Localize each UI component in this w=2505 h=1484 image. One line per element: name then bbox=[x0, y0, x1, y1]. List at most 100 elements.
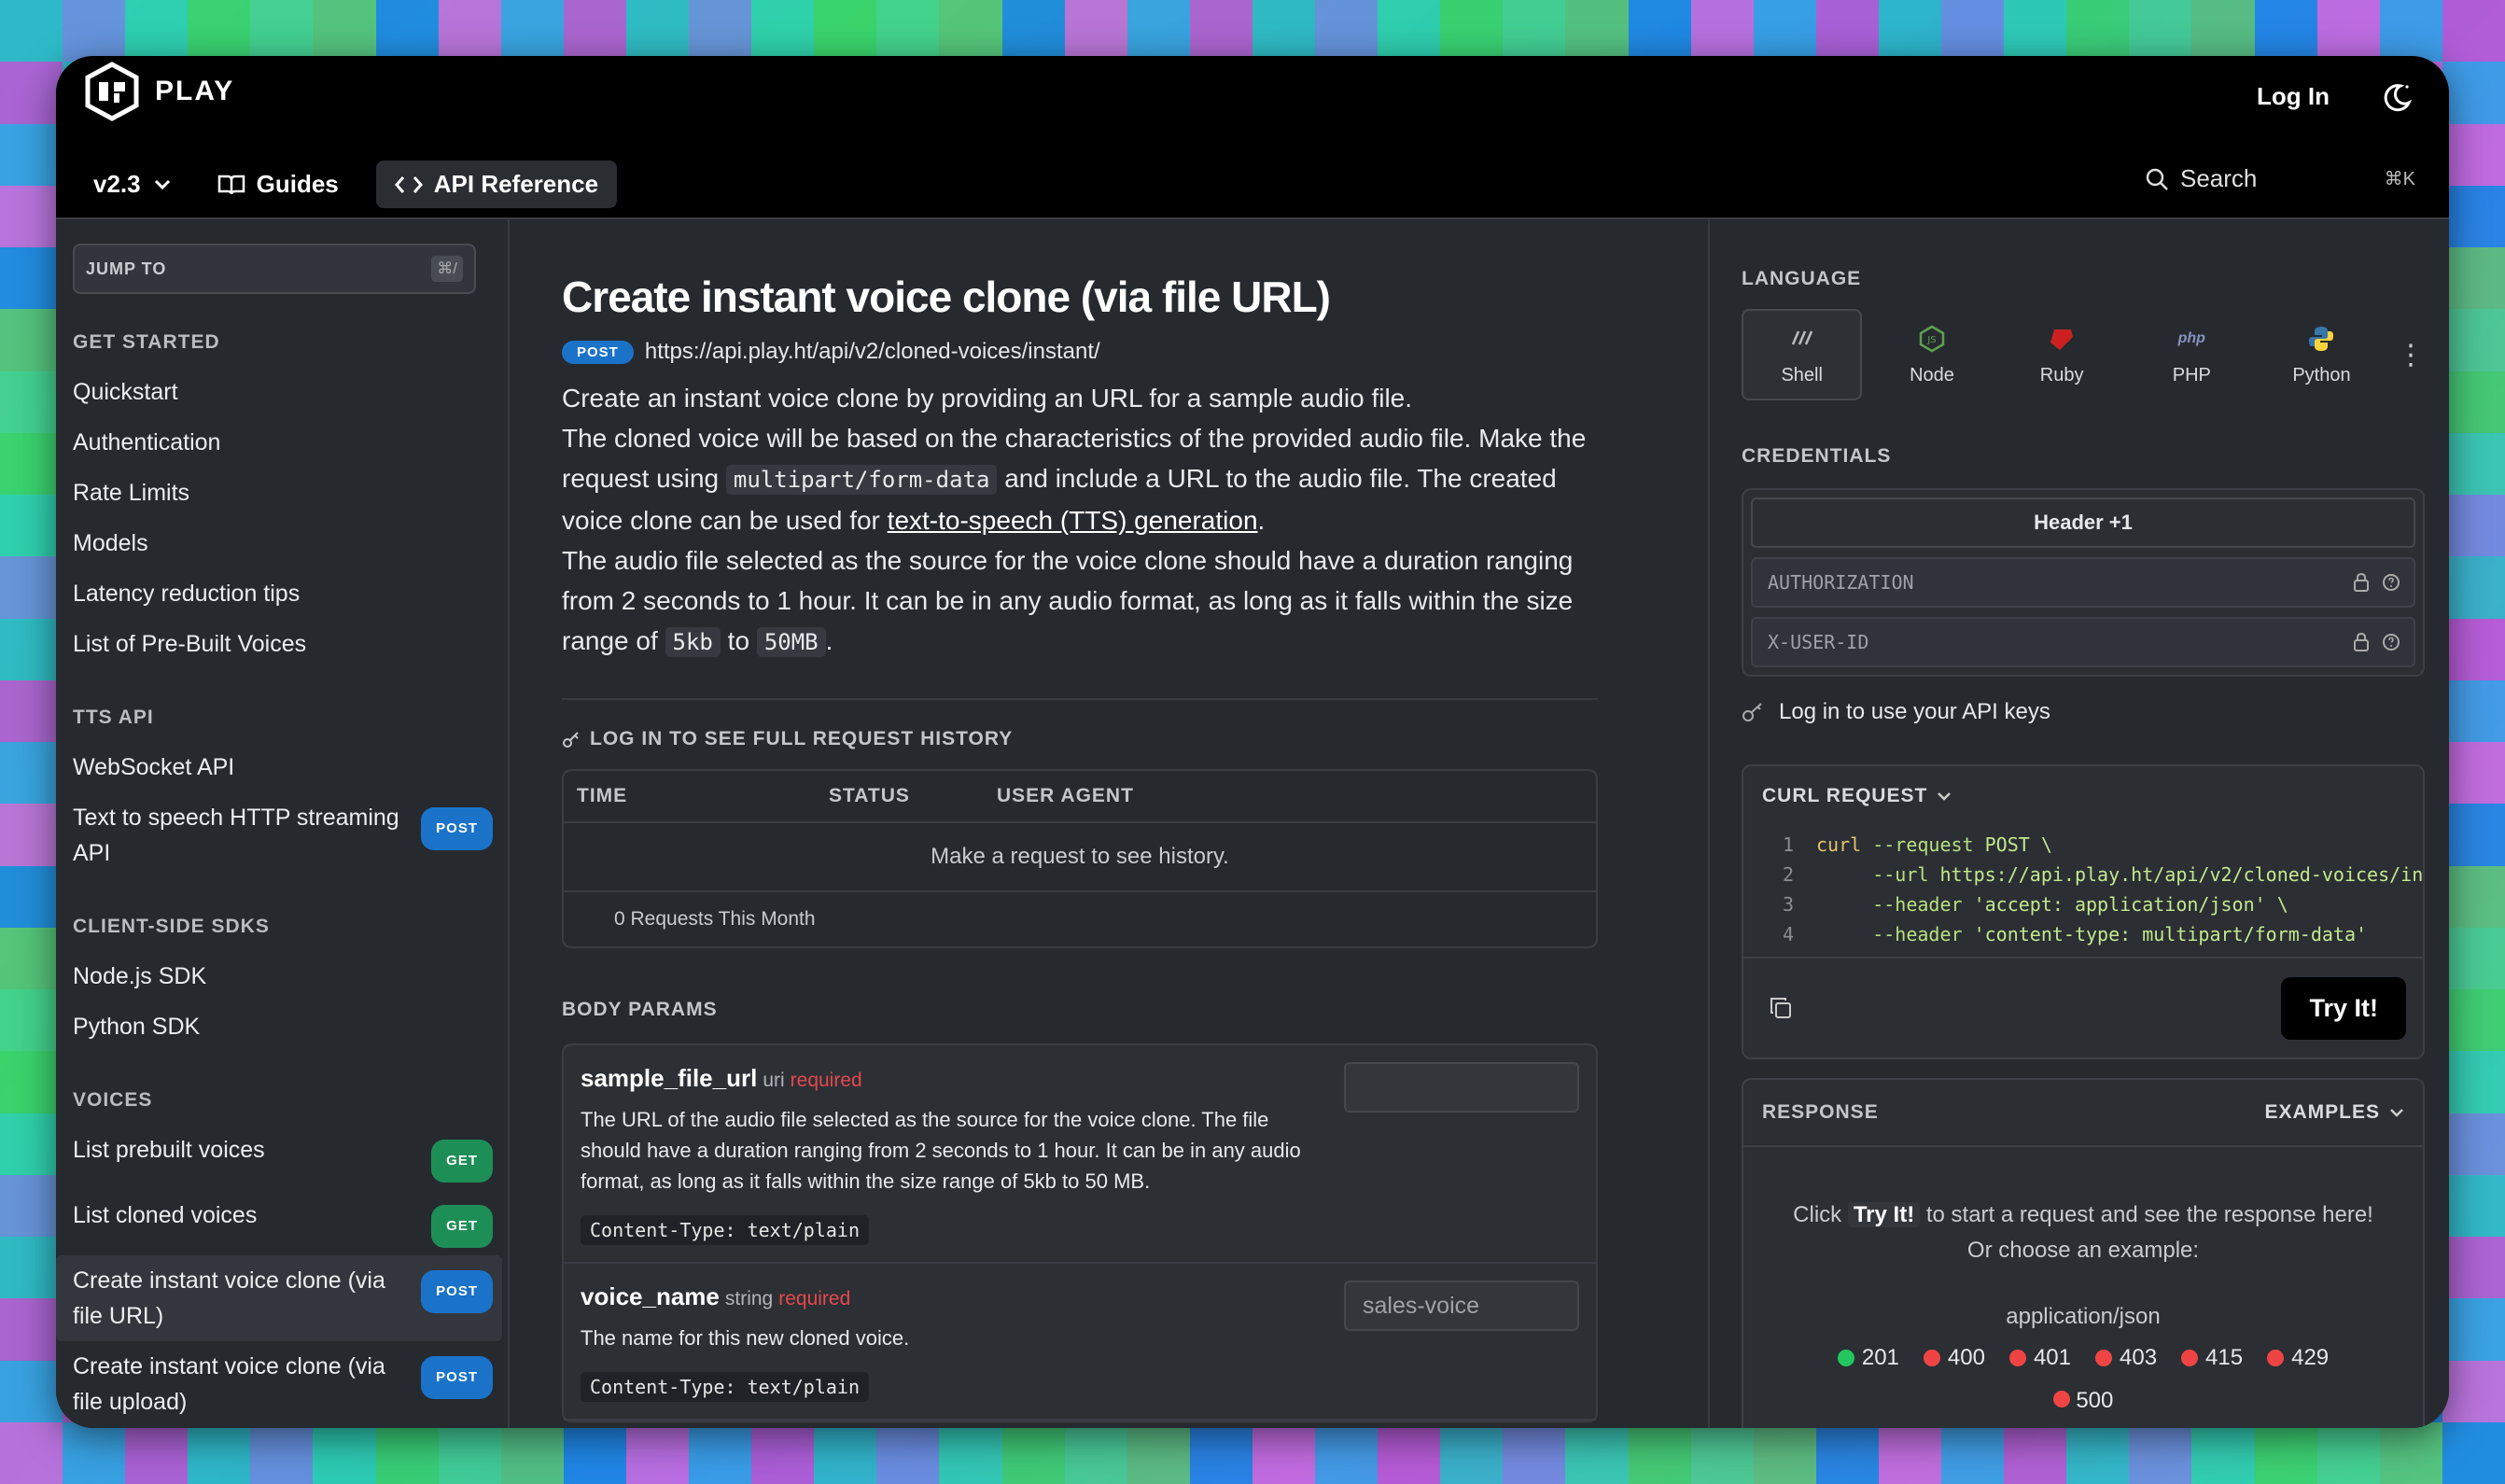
lang-python[interactable]: Python bbox=[2261, 309, 2382, 400]
section-tts-api: TTS API bbox=[73, 707, 154, 728]
status-code-429[interactable]: 429 bbox=[2267, 1345, 2329, 1371]
endpoint: POST https://api.play.ht/api/v2/cloned-v… bbox=[562, 339, 1706, 365]
voice-name-input[interactable]: sales-voice bbox=[1344, 1281, 1579, 1331]
sidebar-item-prebuilt-voices[interactable]: List of Pre-Built Voices bbox=[73, 619, 502, 669]
lang-node[interactable]: JS Node bbox=[1871, 309, 1992, 400]
divider bbox=[562, 698, 1598, 700]
help-icon[interactable] bbox=[2382, 573, 2400, 592]
login-link[interactable]: Log In bbox=[2257, 82, 2330, 111]
code-token: 'accept: application/json' \ bbox=[1962, 893, 2288, 916]
status-dot bbox=[2095, 1350, 2112, 1366]
logo-text: PLAY bbox=[155, 76, 235, 106]
curl-request-header[interactable]: CURL REQUEST bbox=[1743, 766, 2423, 826]
user-id-field[interactable]: X-USER-ID bbox=[1751, 617, 2415, 667]
sidebar-item-clone-url[interactable]: Create instant voice clone (via file URL… bbox=[56, 1255, 502, 1341]
sidebar-item-list-prebuilt[interactable]: List prebuilt voices GET bbox=[73, 1125, 502, 1190]
php-icon: php bbox=[2177, 329, 2205, 346]
sample-file-url-input[interactable] bbox=[1344, 1062, 1579, 1113]
help-icon[interactable] bbox=[2382, 633, 2400, 651]
response-message: Click Try It! to start a request and see… bbox=[1743, 1197, 2423, 1268]
status-code: 500 bbox=[2076, 1388, 2114, 1413]
chevron-down-icon bbox=[154, 179, 170, 189]
sidebar-item-python-sdk[interactable]: Python SDK bbox=[73, 1001, 502, 1052]
tts-generation-link[interactable]: text-to-speech (TTS) generation bbox=[888, 506, 1258, 535]
ruby-icon bbox=[2050, 329, 2074, 350]
sidebar-item-label: Authentication bbox=[73, 429, 221, 455]
lang-shell[interactable]: Shell bbox=[1742, 309, 1863, 400]
tab-guides[interactable]: Guides bbox=[199, 161, 357, 208]
status-dot bbox=[1837, 1350, 1854, 1366]
description-text: . bbox=[1257, 506, 1266, 535]
status-code-201[interactable]: 201 bbox=[1837, 1345, 1899, 1371]
response-title: RESPONSE bbox=[1762, 1101, 1879, 1123]
code-line: 3 --header 'accept: application/json' \ bbox=[1743, 889, 2423, 919]
more-languages-icon[interactable]: ⋮ bbox=[2397, 339, 2425, 371]
sidebar-item-tts-http[interactable]: Text to speech HTTP streaming API POST bbox=[73, 792, 502, 878]
authorization-field[interactable]: AUTHORIZATION bbox=[1751, 557, 2415, 608]
sidebar-item-quickstart[interactable]: Quickstart bbox=[73, 367, 502, 417]
tab-guides-label: Guides bbox=[256, 170, 339, 198]
main-content: Create instant voice clone (via file URL… bbox=[511, 219, 1706, 1428]
lang-php[interactable]: php PHP bbox=[2132, 309, 2252, 400]
lang-ruby[interactable]: Ruby bbox=[2002, 309, 2122, 400]
param-type: string bbox=[724, 1288, 774, 1309]
copy-icon[interactable] bbox=[1768, 995, 1794, 1021]
status-code-more[interactable]: 500 bbox=[1743, 1388, 2423, 1414]
inline-code: multipart/form-data bbox=[725, 465, 998, 495]
language-selector: Shell JS Node Ruby php PHP Python ⋮ bbox=[1742, 309, 2425, 400]
sidebar-item-label: Create instant voice clone (via file URL… bbox=[73, 1267, 385, 1329]
lang-label: Node bbox=[1910, 364, 1954, 385]
sidebar-item-label: Models bbox=[73, 530, 148, 556]
section-client-sdks: CLIENT-SIDE SDKS bbox=[73, 916, 270, 937]
page-title: Create instant voice clone (via file URL… bbox=[562, 273, 1331, 321]
method-badge: POST bbox=[562, 340, 634, 364]
search-box[interactable]: Search ⌘K bbox=[2145, 164, 2415, 193]
sidebar-item-models[interactable]: Models bbox=[73, 518, 502, 568]
code-line: 2 --url https://api.play.ht/api/v2/clone… bbox=[1743, 860, 2423, 889]
sidebar-item-latency[interactable]: Latency reduction tips bbox=[73, 568, 502, 619]
description: Create an instant voice clone by providi… bbox=[562, 378, 1598, 663]
jump-to-input[interactable]: JUMP TO ⌘/ bbox=[73, 244, 476, 294]
user-id-placeholder: X-USER-ID bbox=[1768, 631, 1869, 653]
lock-icon bbox=[2354, 572, 2369, 592]
authorization-placeholder: AUTHORIZATION bbox=[1768, 571, 1914, 594]
sidebar-item-label: List of Pre-Built Voices bbox=[73, 631, 307, 657]
version-label: v2.3 bbox=[93, 170, 141, 198]
try-it-button[interactable]: Try It! bbox=[2281, 976, 2406, 1040]
status-dot bbox=[1923, 1350, 1940, 1366]
response-text: Or choose an example: bbox=[1966, 1238, 2200, 1263]
moon-icon[interactable] bbox=[2380, 80, 2414, 114]
login-api-keys[interactable]: Log in to use your API keys bbox=[1742, 699, 2425, 725]
sidebar-item-clone-upload[interactable]: Create instant voice clone (via file upl… bbox=[73, 1341, 502, 1427]
status-code-401[interactable]: 401 bbox=[2008, 1345, 2071, 1371]
tab-api-reference[interactable]: API Reference bbox=[375, 161, 618, 208]
logo[interactable]: PLAY bbox=[82, 62, 234, 121]
history-count: 0 Requests This Month bbox=[614, 908, 816, 930]
sidebar: JUMP TO ⌘/ GET STARTED Quickstart Authen… bbox=[56, 219, 510, 1428]
sidebar-item-authentication[interactable]: Authentication bbox=[73, 417, 502, 468]
code-token: curl bbox=[1816, 833, 1862, 856]
sidebar-item-label: Node.js SDK bbox=[73, 963, 207, 989]
param-voice-name: voice_name string required The name for th… bbox=[564, 1264, 1596, 1421]
sidebar-item-rate-limits[interactable]: Rate Limits bbox=[73, 468, 502, 518]
sidebar-item-websocket[interactable]: WebSocket API bbox=[73, 742, 502, 792]
examples-dropdown[interactable]: EXAMPLES bbox=[2264, 1101, 2404, 1124]
sidebar-item-list-cloned[interactable]: List cloned voices GET bbox=[73, 1190, 502, 1255]
status-dot bbox=[2008, 1350, 2026, 1366]
version-selector[interactable]: v2.3 bbox=[84, 164, 180, 204]
status-code-400[interactable]: 400 bbox=[1923, 1345, 1985, 1371]
play-logo-icon bbox=[85, 62, 139, 121]
endpoint-url[interactable]: https://api.play.ht/api/v2/cloned-voices… bbox=[645, 339, 1100, 365]
status-code-415[interactable]: 415 bbox=[2181, 1345, 2243, 1371]
sidebar-item-nodejs-sdk[interactable]: Node.js SDK bbox=[73, 951, 502, 1001]
code-block: 1 curl --request POST \ 2 --url https://ap… bbox=[1743, 826, 2423, 957]
code-token: 'content-type: multipart/form-data' bbox=[1962, 923, 2368, 945]
top-nav: v2.3 Guides API Reference bbox=[84, 161, 618, 208]
param-desc: The name for this new cloned voice. bbox=[581, 1326, 910, 1350]
sidebar-item-label: List cloned voices bbox=[73, 1202, 258, 1228]
sidebar-item-label: Rate Limits bbox=[73, 480, 190, 506]
param-name: sample_file_url bbox=[581, 1064, 758, 1092]
status-code-403[interactable]: 403 bbox=[2095, 1345, 2157, 1371]
credentials-header-tab[interactable]: Header +1 bbox=[1751, 497, 2415, 548]
